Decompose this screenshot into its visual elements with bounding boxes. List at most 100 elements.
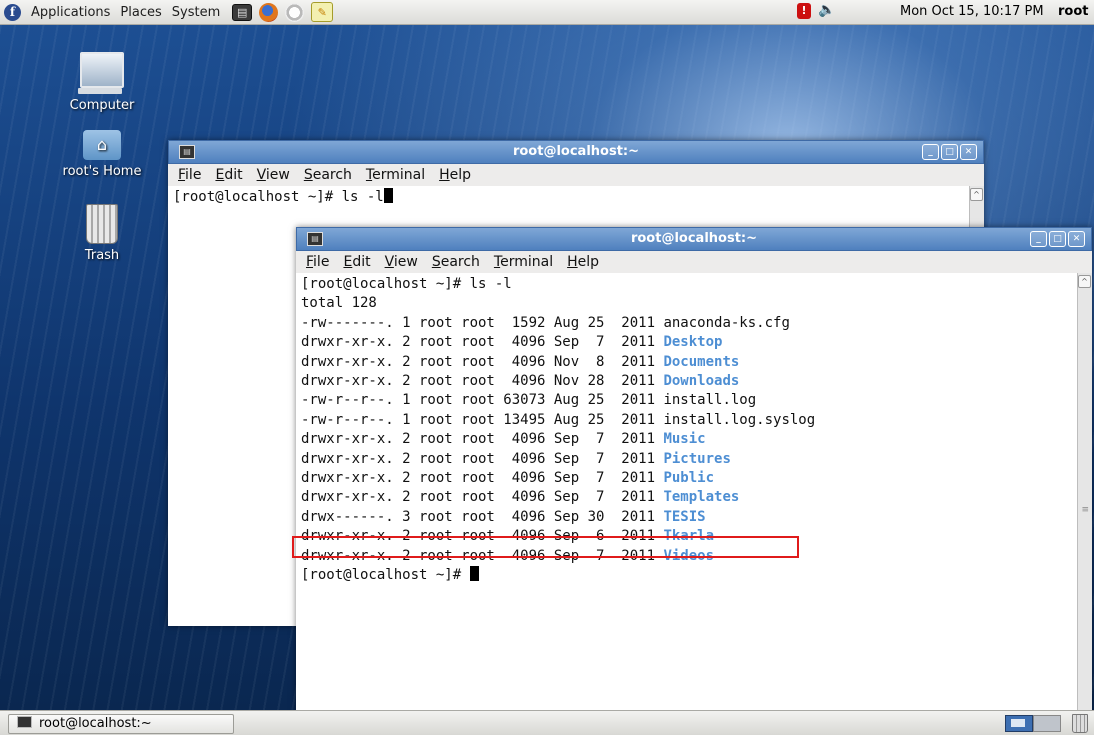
listing-directory-name: TESIS [663,508,706,525]
listing-attributes: drwxr-xr-x. 2 root root 4096 Sep 7 2011 [301,470,664,487]
desktop-icon-home[interactable]: ⌂ root's Home [52,130,152,179]
window-title: root@localhost:~ [512,144,640,159]
bottom-panel: root@localhost:~ [0,710,1094,735]
listing-directory-name: Desktop [663,334,723,351]
menu-view[interactable]: View [385,254,418,270]
listing-row: -rw-r--r--. 1 root root 13495 Aug 25 201… [301,411,1092,430]
terminal-task-icon [17,716,32,728]
prompt-line: [root@localhost ~]# ls -l [173,189,384,205]
terminal-output: [root@localhost ~]# ls -l [168,186,984,207]
text-cursor [383,188,393,203]
text-editor-launcher-icon[interactable]: ✎ [311,2,334,22]
listing-row: drwxr-xr-x. 2 root root 4096 Sep 7 2011 … [301,450,1092,469]
listing-attributes: drwxr-xr-x. 2 root root 4096 Nov 28 2011 [301,373,664,390]
listing-directory-name: Templates [663,489,740,506]
menu-file[interactable]: File [306,254,329,270]
menu-terminal[interactable]: Terminal [494,254,553,270]
maximize-button[interactable]: □ [941,144,958,160]
user-menu[interactable]: root [1058,4,1089,19]
menu-edit[interactable]: Edit [215,167,242,183]
listing-attributes: drwxr-xr-x. 2 root root 4096 Sep 7 2011 [301,489,664,506]
listing-directory-name: Pictures [663,450,731,467]
back-window-menubar: File Edit View Search Terminal Help [168,164,984,186]
minimize-button[interactable]: _ [1030,231,1047,247]
workspace-2-switcher[interactable] [1033,715,1061,732]
workspace-1-switcher[interactable] [1005,715,1033,732]
listing-attributes: drwxr-xr-x. 2 root root 4096 Sep 7 2011 [301,334,664,351]
text-cursor [469,566,479,582]
listing-row: -rw-------. 1 root root 1592 Aug 25 2011… [301,314,1092,333]
menu-file[interactable]: File [178,167,201,183]
desktop-icon-label: Trash [84,248,120,263]
listing-attributes: drwxr-xr-x. 2 root root 4096 Sep 7 2011 [301,450,664,467]
menu-edit[interactable]: Edit [343,254,370,270]
front-window-menubar: File Edit View Search Terminal Help [296,251,1092,273]
desktop-icon-label: Computer [69,98,135,113]
front-window-titlebar[interactable]: ▤ root@localhost:~ _ □ ✕ [296,227,1092,251]
listing-row: drwxr-xr-x. 2 root root 4096 Nov 8 2011 … [301,353,1092,372]
mail-launcher-icon[interactable] [285,2,305,22]
back-window-titlebar[interactable]: ▤ root@localhost:~ _ □ ✕ [168,140,984,164]
menu-help[interactable]: Help [439,167,471,183]
listing-directory-name: Music [663,431,706,448]
front-window-scrollbar[interactable]: ^ ≡ [1077,273,1092,715]
panel-clock[interactable]: Mon Oct 15, 10:17 PM [900,4,1044,19]
menu-help[interactable]: Help [567,254,599,270]
menu-search[interactable]: Search [432,254,480,270]
listing-attributes: -rw-r--r--. 1 root root 63073 Aug 25 201… [301,392,664,409]
listing-attributes: -rw-------. 1 root root 1592 Aug 25 2011 [301,314,664,331]
firefox-launcher-icon[interactable] [259,2,279,22]
scrollbar-grip-icon[interactable]: ≡ [1081,505,1089,515]
task-label: root@localhost:~ [39,716,152,731]
listing-file-name: install.log [663,392,757,409]
scroll-up-arrow-icon[interactable]: ^ [970,188,983,201]
window-title: root@localhost:~ [630,231,758,246]
menu-view[interactable]: View [257,167,290,183]
applications-menu[interactable]: Applications [26,5,115,20]
taskbar-item-terminal[interactable]: root@localhost:~ [8,714,234,734]
listing-directory-name: Downloads [663,373,740,390]
command-line: [root@localhost ~]# ls -l [301,276,512,292]
terminal-window-icon: ▤ [307,232,323,246]
listing-attributes: drwxr-xr-x. 2 root root 4096 Nov 8 2011 [301,353,664,370]
final-prompt: [root@localhost ~]# [301,567,470,584]
maximize-button[interactable]: □ [1049,231,1066,247]
volume-icon[interactable]: 🔈 [818,2,835,18]
listing-file-name: anaconda-ks.cfg [663,314,790,331]
desktop-icon-trash[interactable]: Trash [52,204,152,263]
panel-trash-icon[interactable] [1072,714,1088,733]
listing-row: drwxr-xr-x. 2 root root 4096 Sep 7 2011 … [301,488,1092,507]
listing-directory-name: Documents [663,353,740,370]
front-terminal-area[interactable]: [root@localhost ~]# ls -l total 128 -rw---… [296,273,1092,715]
listing-attributes: drwxr-xr-x. 2 root root 4096 Sep 7 2011 [301,431,664,448]
listing-file-name: install.log.syslog [663,411,816,428]
home-folder-icon: ⌂ [83,130,121,160]
places-menu[interactable]: Places [115,5,166,20]
listing-row: drwxr-xr-x. 2 root root 4096 Sep 7 2011 … [301,469,1092,488]
system-menu[interactable]: System [167,5,225,20]
update-alert-icon[interactable]: ! [797,3,811,19]
listing-row: drwxr-xr-x. 2 root root 4096 Sep 7 2011 … [301,333,1092,352]
listing-row: drwxr-xr-x. 2 root root 4096 Nov 28 2011… [301,372,1092,391]
close-button[interactable]: ✕ [960,144,977,160]
desktop-icon-label: root's Home [62,164,142,179]
close-button[interactable]: ✕ [1068,231,1085,247]
terminal-launcher-icon[interactable]: ▤ [232,3,253,21]
computer-icon [78,52,124,94]
final-prompt-line: [root@localhost ~]# [301,566,1092,585]
fedora-logo-icon[interactable]: f [4,3,21,21]
menu-search[interactable]: Search [304,167,352,183]
minimize-button[interactable]: _ [922,144,939,160]
trash-icon [86,204,118,244]
scroll-up-arrow-icon[interactable]: ^ [1078,275,1091,288]
highlight-box-tkarla [292,536,799,558]
file-listing: -rw-------. 1 root root 1592 Aug 25 2011… [301,314,1092,566]
menu-terminal[interactable]: Terminal [366,167,425,183]
listing-directory-name: Public [663,470,715,487]
terminal-window-icon: ▤ [179,145,195,159]
desktop-icon-computer[interactable]: Computer [52,52,152,113]
front-terminal-window[interactable]: ▤ root@localhost:~ _ □ ✕ File Edit View … [296,227,1092,715]
listing-row: -rw-r--r--. 1 root root 63073 Aug 25 201… [301,391,1092,410]
listing-row: drwx------. 3 root root 4096 Sep 30 2011… [301,508,1092,527]
listing-row: drwxr-xr-x. 2 root root 4096 Sep 7 2011 … [301,430,1092,449]
